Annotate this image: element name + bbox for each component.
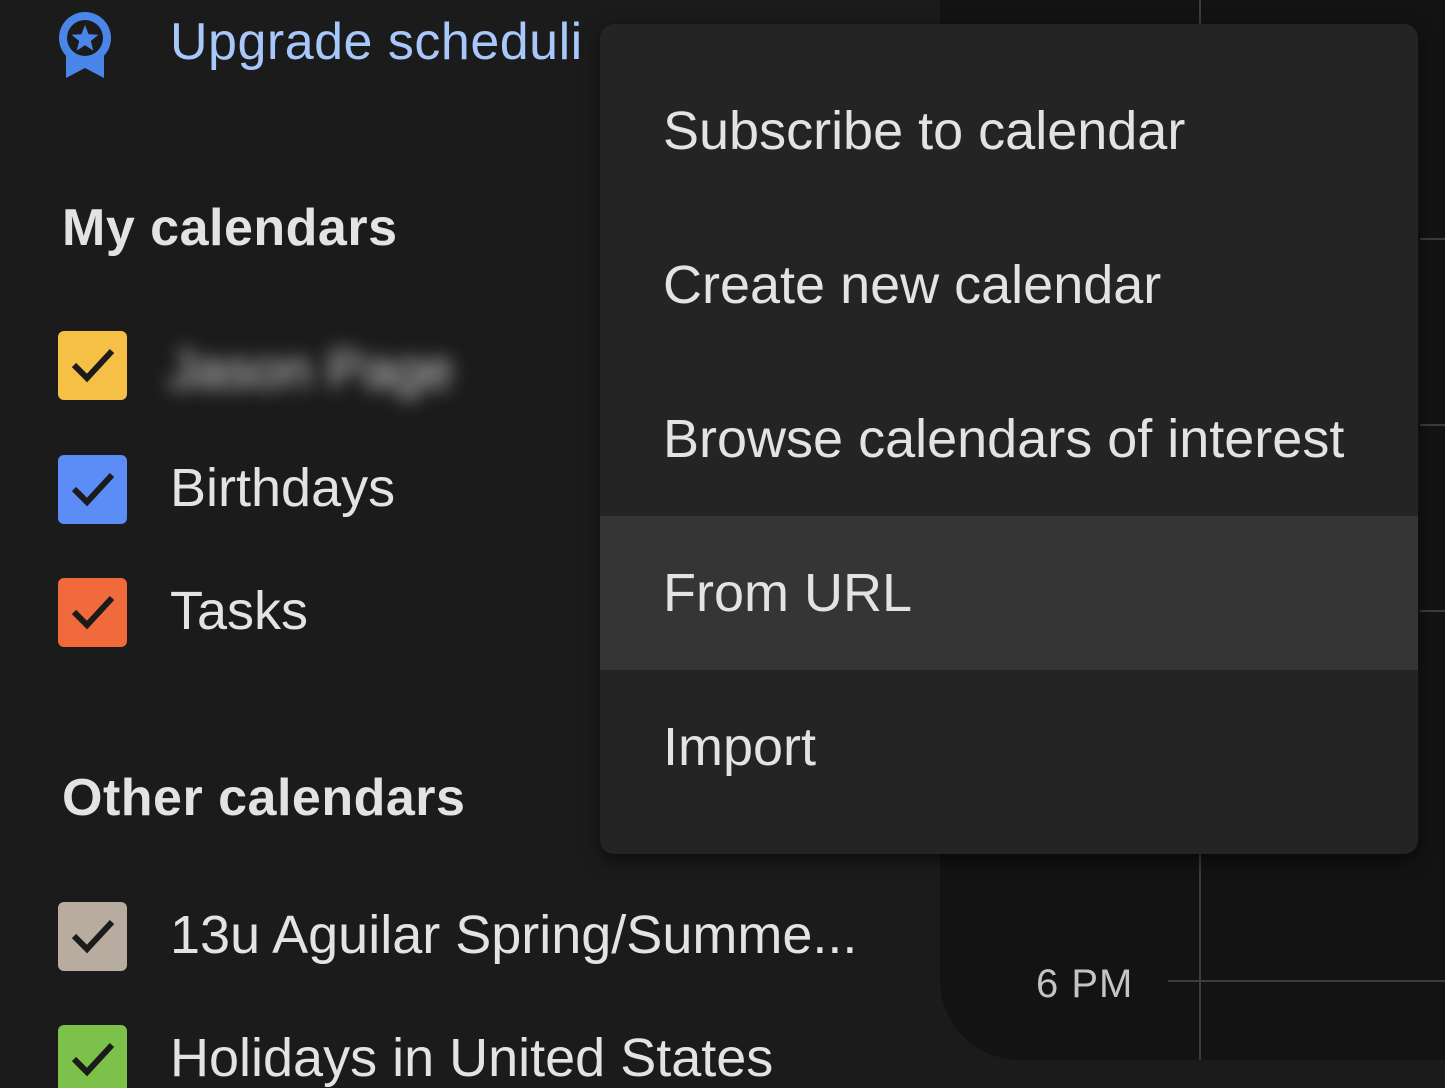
menu-item-create-new[interactable]: Create new calendar [600,208,1418,362]
time-label-6pm: 6 PM [1036,962,1134,1006]
menu-item-import[interactable]: Import [600,670,1418,824]
add-calendar-menu: Subscribe to calendar Create new calenda… [600,24,1418,854]
calendar-app: 6 PM Upgrade scheduli My calendars Jason… [0,0,1445,1088]
check-icon [71,1042,115,1077]
calendar-label: Tasks [170,581,309,641]
menu-item-label: Subscribe to calendar [663,101,1186,161]
calendar-checkbox[interactable] [58,455,127,524]
menu-item-browse[interactable]: Browse calendars of interest [600,362,1418,516]
menu-item-label: Browse calendars of interest [663,409,1345,469]
calendar-label: Birthdays [170,458,396,518]
calendar-item-aguilar[interactable]: 13u Aguilar Spring/Summe... [58,902,918,972]
calendar-checkbox[interactable] [58,331,127,400]
calendar-checkbox[interactable] [58,1025,127,1088]
menu-item-from-url[interactable]: From URL [600,516,1418,670]
calendar-checkbox[interactable] [58,578,127,647]
check-icon [71,919,115,954]
award-badge-icon [56,10,114,80]
calendar-checkbox[interactable] [58,902,127,971]
menu-item-label: From URL [663,563,913,623]
other-calendars-header[interactable]: Other calendars [62,768,465,828]
upgrade-scheduling-link[interactable]: Upgrade scheduli [170,12,583,72]
calendar-label: 13u Aguilar Spring/Summe... [170,905,858,965]
check-icon [71,472,115,507]
calendar-label-obscured: Jason Page [168,340,454,400]
grid-hour-line [1420,424,1445,426]
menu-item-label: Import [663,717,817,777]
check-icon [71,348,115,383]
grid-hour-line [1168,980,1445,982]
menu-item-subscribe[interactable]: Subscribe to calendar [600,54,1418,208]
my-calendars-header[interactable]: My calendars [62,198,398,258]
calendar-label: Holidays in United States [170,1028,774,1088]
grid-hour-line [1420,610,1445,612]
calendar-item-us-holidays[interactable]: Holidays in United States [58,1025,918,1088]
check-icon [71,595,115,630]
grid-hour-line [1420,238,1445,240]
menu-item-label: Create new calendar [663,255,1162,315]
